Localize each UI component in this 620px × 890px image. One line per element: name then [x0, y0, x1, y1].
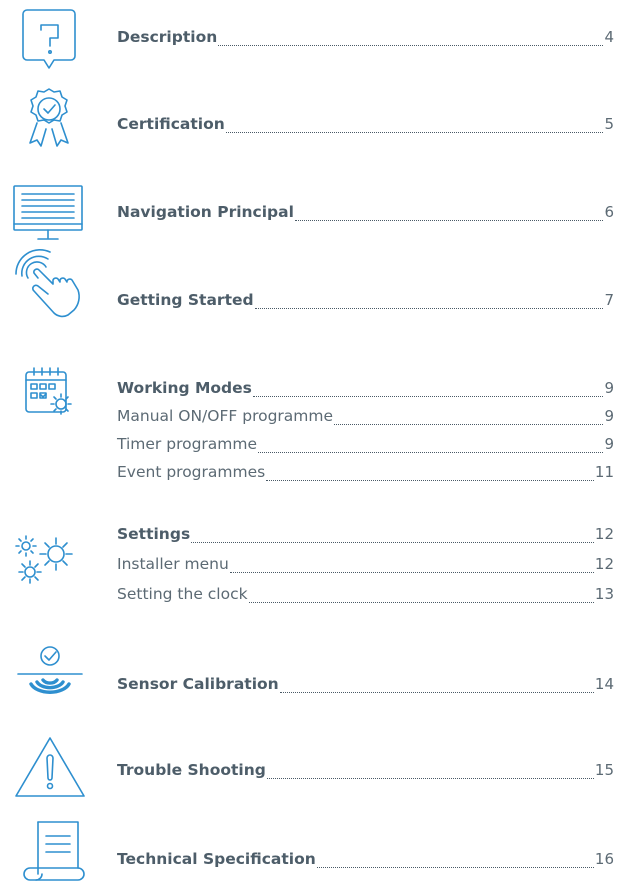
toc-item[interactable]: Description 4: [117, 28, 614, 52]
toc-item-page: 14: [594, 675, 614, 693]
gears-icon: [10, 528, 90, 598]
calendar-gear-icon: [10, 362, 90, 432]
toc-item-page: 6: [604, 203, 614, 221]
toc-item-label: Getting Started: [117, 291, 254, 309]
monitor-icon: [10, 178, 90, 248]
dot-leader: [218, 44, 604, 46]
toc-item[interactable]: Timer programme 9: [117, 435, 614, 459]
toc-item-label: Sensor Calibration: [117, 675, 279, 693]
dot-leader: [254, 307, 604, 309]
toc-item-label: Certification: [117, 115, 225, 133]
dot-leader: [294, 219, 604, 221]
dot-leader: [252, 395, 604, 397]
toc-item-label: Installer menu: [117, 555, 229, 573]
touch-hand-icon: [10, 248, 90, 318]
toc-item[interactable]: Manual ON/OFF programme 9: [117, 407, 614, 431]
toc-item-label: Settings: [117, 525, 191, 543]
dot-leader: [266, 777, 594, 779]
dot-leader: [279, 691, 594, 693]
certification-badge-icon: [10, 85, 90, 155]
dot-leader: [229, 571, 594, 573]
toc-item-page: 4: [604, 28, 614, 46]
toc-item-page: 9: [604, 379, 614, 397]
toc-item-page: 15: [594, 761, 614, 779]
question-bubble-icon: [10, 4, 90, 74]
toc-item[interactable]: Settings 12: [117, 525, 614, 549]
toc-item[interactable]: Trouble Shooting 15: [117, 761, 614, 785]
toc-item[interactable]: Navigation Principal 6: [117, 203, 614, 227]
toc-item-label: Working Modes: [117, 379, 252, 397]
toc-item-label: Setting the clock: [117, 585, 248, 603]
sensor-wave-icon: [10, 640, 90, 710]
dot-leader: [266, 479, 594, 481]
toc-item-label: Technical Specification: [117, 850, 316, 868]
toc-item-label: Timer programme: [117, 435, 258, 453]
toc-item-page: 7: [604, 291, 614, 309]
toc-item[interactable]: Sensor Calibration 14: [117, 675, 614, 699]
toc-item[interactable]: Event programmes 11: [117, 463, 614, 487]
toc-item-page: 11: [594, 463, 614, 481]
toc-item[interactable]: Getting Started 7: [117, 291, 614, 315]
toc-item-page: 13: [594, 585, 614, 603]
toc-item-page: 12: [594, 525, 614, 543]
toc-item-page: 16: [594, 850, 614, 868]
dot-leader: [191, 541, 594, 543]
toc-item-page: 9: [604, 435, 614, 453]
dot-leader: [248, 601, 594, 603]
toc-item[interactable]: Installer menu 12: [117, 555, 614, 579]
toc-item[interactable]: Setting the clock 13: [117, 585, 614, 609]
dot-leader: [225, 131, 604, 133]
toc-item-label: Description: [117, 28, 218, 46]
scroll-document-icon: [10, 818, 90, 888]
dot-leader: [316, 866, 594, 868]
toc-item-page: 9: [604, 407, 614, 425]
toc-item-page: 12: [594, 555, 614, 573]
toc-item-label: Navigation Principal: [117, 203, 294, 221]
toc-item-label: Trouble Shooting: [117, 761, 266, 779]
toc-item-label: Event programmes: [117, 463, 266, 481]
toc-item-page: 5: [604, 115, 614, 133]
dot-leader: [258, 451, 604, 453]
toc-item[interactable]: Technical Specification 16: [117, 850, 614, 874]
dot-leader: [334, 423, 604, 425]
warning-triangle-icon: [10, 732, 90, 802]
toc-item[interactable]: Certification 5: [117, 115, 614, 139]
toc-item[interactable]: Working Modes 9: [117, 379, 614, 403]
toc-item-label: Manual ON/OFF programme: [117, 407, 334, 425]
